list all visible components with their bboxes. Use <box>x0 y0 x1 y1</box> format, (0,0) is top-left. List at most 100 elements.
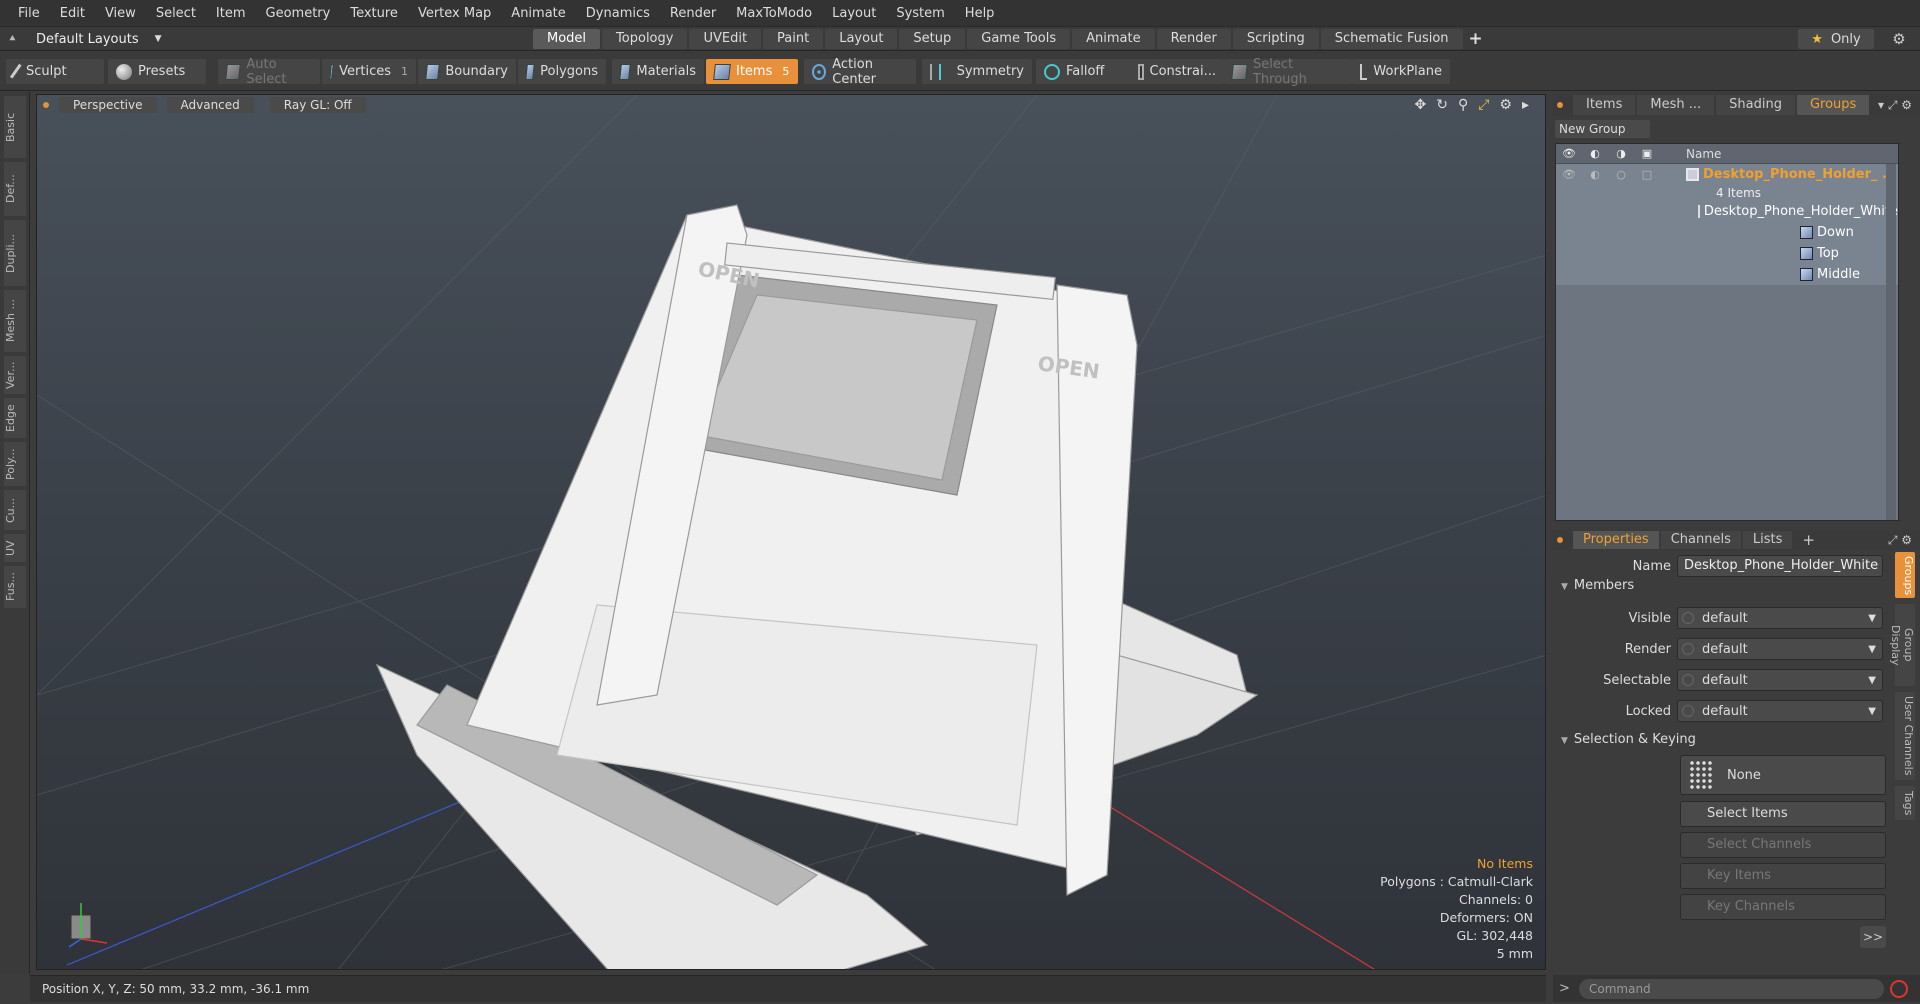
menu-item-render[interactable]: Render <box>660 0 726 27</box>
side-tab-groups[interactable]: Groups <box>1895 552 1915 598</box>
selectable-dropdown[interactable]: default ▼ <box>1677 669 1883 691</box>
perspective-button[interactable]: Perspective <box>59 97 157 113</box>
tree-row-child[interactable]: Middle <box>1556 264 1898 285</box>
menu-item-help[interactable]: Help <box>955 0 1005 27</box>
only-button[interactable]: ★ Only <box>1798 29 1874 49</box>
panel-menu-dot-icon[interactable] <box>1557 102 1563 108</box>
props-tab-lists[interactable]: Lists <box>1742 531 1793 549</box>
render-toggle-icon[interactable]: ◐ <box>1582 168 1608 181</box>
tab-uvedit[interactable]: UVEdit <box>689 29 762 49</box>
presets-button[interactable]: Presets <box>108 59 206 84</box>
viewport-menu-dot-icon[interactable] <box>43 102 49 108</box>
tab-setup[interactable]: Setup <box>899 29 966 49</box>
tab-schematic-fusion[interactable]: Schematic Fusion <box>1320 29 1463 49</box>
left-tab-9[interactable]: Fus... <box>4 566 26 608</box>
right-tab-3[interactable]: Groups <box>1796 95 1870 115</box>
layout-arrow-icon[interactable]: ⯅ <box>8 32 22 46</box>
left-tab-0[interactable]: Basic <box>4 96 26 158</box>
side-tab-tags[interactable]: Tags <box>1895 786 1915 820</box>
tree-row-group[interactable]: 👁 ◐ ○ □ Desktop_Phone_Holder_ ... <box>1556 164 1898 185</box>
left-tab-5[interactable]: Edge <box>4 398 26 438</box>
tree-row-child[interactable]: Down <box>1556 222 1898 243</box>
tab-topology[interactable]: Topology <box>602 29 688 49</box>
gear-icon[interactable]: ⚙ <box>1888 29 1910 49</box>
selection-keying-section[interactable]: ▼ Selection & Keying <box>1561 732 1891 750</box>
left-tab-2[interactable]: Dupli... <box>4 220 26 286</box>
left-tab-3[interactable]: Mesh ... <box>4 290 26 352</box>
symmetry-button[interactable]: Symmetry <box>922 59 1032 84</box>
left-tab-7[interactable]: Cu... <box>4 490 26 530</box>
menu-item-file[interactable]: File <box>8 0 50 27</box>
menu-item-system[interactable]: System <box>886 0 954 27</box>
pan-icon[interactable]: ✥ <box>1414 97 1426 113</box>
menu-item-edit[interactable]: Edit <box>50 0 95 27</box>
tab-game-tools[interactable]: Game Tools <box>967 29 1071 49</box>
more-button[interactable]: >> <box>1860 926 1886 948</box>
props-expand-icons[interactable]: ⤢ ⚙ <box>1888 533 1912 548</box>
select-toggle-icon[interactable]: ○ <box>1608 168 1634 181</box>
right-tab-1[interactable]: Mesh ... <box>1637 95 1715 115</box>
fit-icon[interactable]: ⤢ <box>1478 97 1489 113</box>
panel-expand-icons[interactable]: ▾ ⤢ ⚙ <box>1878 98 1912 113</box>
menu-item-view[interactable]: View <box>95 0 146 27</box>
3d-viewport[interactable]: OPEN OPEN Perspective Advanced Ray GL: O… <box>36 94 1546 970</box>
key-channels-button[interactable]: Key Channels <box>1680 894 1886 920</box>
menu-item-select[interactable]: Select <box>146 0 206 27</box>
tab-paint[interactable]: Paint <box>763 29 824 49</box>
layouts-dropdown[interactable]: ⯅ Default Layouts ▼ <box>8 29 162 49</box>
side-tab-group-display[interactable]: Group Display <box>1889 604 1915 686</box>
right-tab-0[interactable]: Items <box>1573 95 1636 115</box>
locked-dropdown[interactable]: default ▼ <box>1677 700 1883 722</box>
menu-item-dynamics[interactable]: Dynamics <box>576 0 660 27</box>
polygons-button[interactable]: Polygons <box>518 59 606 84</box>
record-icon[interactable] <box>1890 979 1908 998</box>
expand-arrow-icon[interactable]: ▸ <box>1522 97 1529 113</box>
menu-item-animate[interactable]: Animate <box>501 0 575 27</box>
tree-row-child[interactable]: Top <box>1556 243 1898 264</box>
render-column-icon[interactable]: ◐ <box>1582 147 1608 160</box>
advanced-button[interactable]: Advanced <box>166 97 254 113</box>
sculpt-button[interactable]: Sculpt <box>6 59 104 84</box>
tab-render[interactable]: Render <box>1156 29 1231 49</box>
action-center-button[interactable]: Action Center <box>804 57 916 87</box>
tab-scripting[interactable]: Scripting <box>1232 29 1319 49</box>
items-button[interactable]: Items 5 <box>706 59 798 84</box>
menu-item-maxtomodo[interactable]: MaxToModo <box>726 0 822 27</box>
boundary-button[interactable]: Boundary <box>418 59 516 84</box>
visible-dropdown[interactable]: default ▼ <box>1677 607 1883 629</box>
tab-animate[interactable]: Animate <box>1072 29 1155 49</box>
falloff-button[interactable]: Falloff <box>1036 59 1134 84</box>
select-column-icon[interactable]: ◑ <box>1608 147 1634 160</box>
render-dropdown[interactable]: default ▼ <box>1677 638 1883 660</box>
vertices-button[interactable]: Vertices 1 <box>322 59 416 84</box>
select-items-button[interactable]: Select Items <box>1680 801 1886 827</box>
key-items-button[interactable]: Key Items <box>1680 863 1886 889</box>
add-props-tab-icon[interactable]: + <box>1802 531 1815 549</box>
props-tab-properties[interactable]: Properties <box>1573 531 1659 549</box>
lock-column-icon[interactable]: ▣ <box>1634 147 1660 160</box>
workplane-button[interactable]: WorkPlane <box>1352 59 1450 84</box>
name-field[interactable]: Desktop_Phone_Holder_White (2 <box>1677 555 1883 577</box>
zoom-icon[interactable]: ⚲ <box>1458 97 1468 113</box>
new-group-button[interactable]: New Group <box>1555 120 1650 138</box>
materials-button[interactable]: Materials <box>612 59 704 84</box>
tab-model[interactable]: Model <box>533 29 601 49</box>
selection-set-none[interactable]: None <box>1680 755 1886 795</box>
left-tab-1[interactable]: Def... <box>4 162 26 216</box>
tree-scrollbar[interactable] <box>1886 164 1896 520</box>
command-input[interactable]: Command <box>1579 978 1884 999</box>
left-tab-8[interactable]: UV <box>4 534 26 562</box>
constraints-button[interactable]: Constrai... <box>1130 59 1224 84</box>
eye-column-icon[interactable]: 👁 <box>1556 147 1582 160</box>
select-through-button[interactable]: Select Through <box>1224 57 1352 87</box>
props-tab-channels[interactable]: Channels <box>1660 531 1741 549</box>
menu-item-vertex-map[interactable]: Vertex Map <box>408 0 501 27</box>
select-channels-button[interactable]: Select Channels <box>1680 832 1886 858</box>
tree-row-child[interactable]: Desktop_Phone_Holder_White <box>1556 201 1898 222</box>
left-tab-6[interactable]: Poly... <box>4 442 26 486</box>
visibility-eye-icon[interactable]: 👁 <box>1556 168 1582 181</box>
lock-toggle-icon[interactable]: □ <box>1634 168 1660 181</box>
left-tab-4[interactable]: Ver... <box>4 356 26 394</box>
side-tab-user-channels[interactable]: User Channels <box>1895 692 1915 780</box>
auto-select-button[interactable]: Auto Select <box>218 57 320 87</box>
